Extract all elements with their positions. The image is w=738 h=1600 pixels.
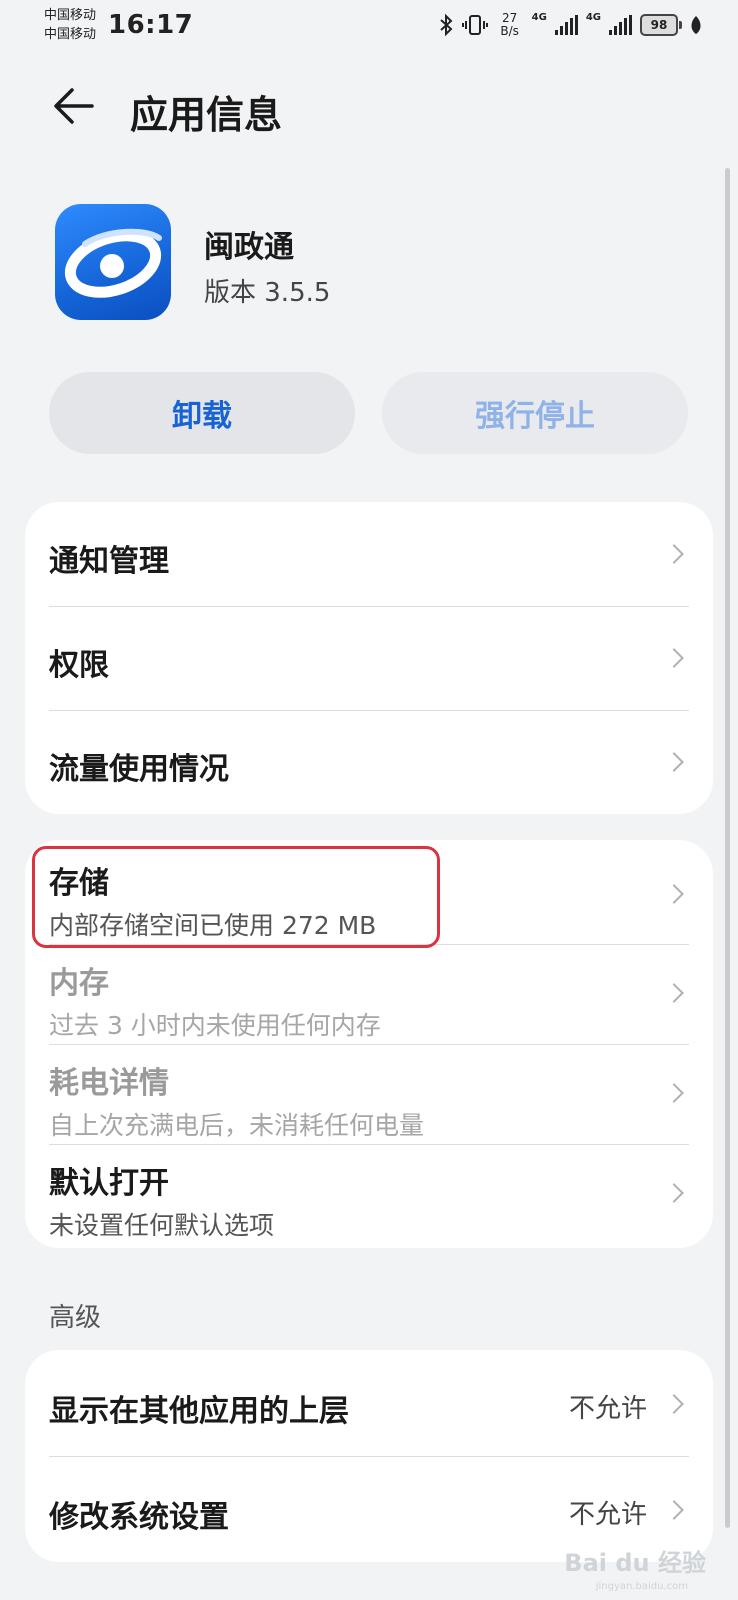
row-title: 耗电详情 — [49, 1066, 169, 1101]
row-title: 流量使用情况 — [49, 752, 229, 787]
row-title: 内存 — [49, 966, 109, 1001]
display-over-other-apps-row[interactable]: 显示在其他应用的上层 不允许 — [49, 1350, 689, 1456]
carrier-labels: 中国移动 中国移动 — [44, 6, 96, 44]
battery-icon: 98 — [640, 14, 678, 36]
bluetooth-icon — [439, 13, 453, 37]
row-title: 显示在其他应用的上层 — [49, 1394, 349, 1429]
battery-level: 98 — [650, 18, 668, 32]
app-name: 闽政通 — [204, 230, 294, 265]
row-value: 不允许 — [568, 1394, 647, 1424]
network-type-1: 4G — [531, 12, 547, 23]
chevron-right-icon — [664, 648, 684, 668]
permissions-row[interactable]: 权限 — [49, 606, 689, 710]
row-title: 修改系统设置 — [49, 1500, 229, 1535]
uninstall-button[interactable]: 卸载 — [49, 372, 355, 454]
data-usage-row[interactable]: 流量使用情况 — [49, 710, 689, 814]
row-value: 不允许 — [568, 1500, 647, 1530]
row-subtitle: 过去 3 小时内未使用任何内存 — [49, 1011, 381, 1040]
row-subtitle: 未设置任何默认选项 — [49, 1211, 275, 1240]
status-icons: 27 B/s 4G 4G 98 — [438, 12, 702, 38]
minzhengtong-logo-icon — [64, 228, 162, 298]
vibrate-icon — [461, 15, 488, 35]
settings-card-advanced: 显示在其他应用的上层 不允许 修改系统设置 不允许 — [25, 1350, 713, 1562]
settings-card-general: 通知管理 权限 流量使用情况 — [25, 502, 713, 814]
chevron-right-icon — [664, 544, 684, 564]
row-title: 权限 — [49, 648, 109, 683]
battery-tip — [679, 21, 682, 29]
status-bar: 中国移动 中国移动 16:17 27 B/s 4G 4G 98 — [0, 0, 738, 52]
page-title: 应用信息 — [130, 93, 283, 137]
carrier-2: 中国移动 — [44, 27, 97, 42]
network-speed: 27 B/s — [496, 12, 524, 38]
back-arrow-icon — [54, 88, 94, 124]
row-title: 通知管理 — [49, 544, 169, 579]
carrier-1: 中国移动 — [44, 8, 97, 23]
battery-details-row[interactable]: 耗电详情 自上次充满电后，未消耗任何电量 — [49, 1044, 689, 1144]
chevron-right-icon — [664, 884, 684, 904]
row-subtitle: 自上次充满电后，未消耗任何电量 — [49, 1111, 425, 1140]
storage-highlight-box — [32, 846, 440, 948]
memory-row[interactable]: 内存 过去 3 小时内未使用任何内存 — [49, 944, 689, 1044]
open-by-default-row[interactable]: 默认打开 未设置任何默认选项 — [49, 1144, 689, 1248]
row-title: 默认打开 — [49, 1166, 169, 1201]
app-icon — [55, 204, 171, 320]
baidu-watermark: Bai du 经验 — [564, 1549, 706, 1577]
chevron-right-icon — [664, 1500, 684, 1520]
force-stop-button[interactable]: 强行停止 — [382, 372, 688, 454]
signal-strength-icon-2 — [609, 15, 632, 35]
net-speed-unit: B/s — [500, 24, 519, 38]
status-time: 16:17 — [108, 10, 194, 40]
leaf-icon — [691, 16, 701, 34]
chevron-right-icon — [664, 983, 684, 1003]
chevron-right-icon — [664, 1083, 684, 1103]
baidu-watermark-url: jingyan.baidu.com — [595, 1581, 688, 1592]
back-button[interactable] — [50, 82, 98, 130]
notification-management-row[interactable]: 通知管理 — [49, 502, 689, 606]
chevron-right-icon — [664, 752, 684, 772]
scrollbar[interactable] — [725, 168, 730, 1528]
chevron-right-icon — [664, 1394, 684, 1414]
signal-strength-icon — [554, 15, 578, 35]
chevron-right-icon — [664, 1183, 684, 1203]
network-type-2: 4G — [585, 12, 601, 23]
advanced-section-label: 高级 — [49, 1303, 102, 1333]
app-version: 版本 3.5.5 — [204, 278, 331, 308]
